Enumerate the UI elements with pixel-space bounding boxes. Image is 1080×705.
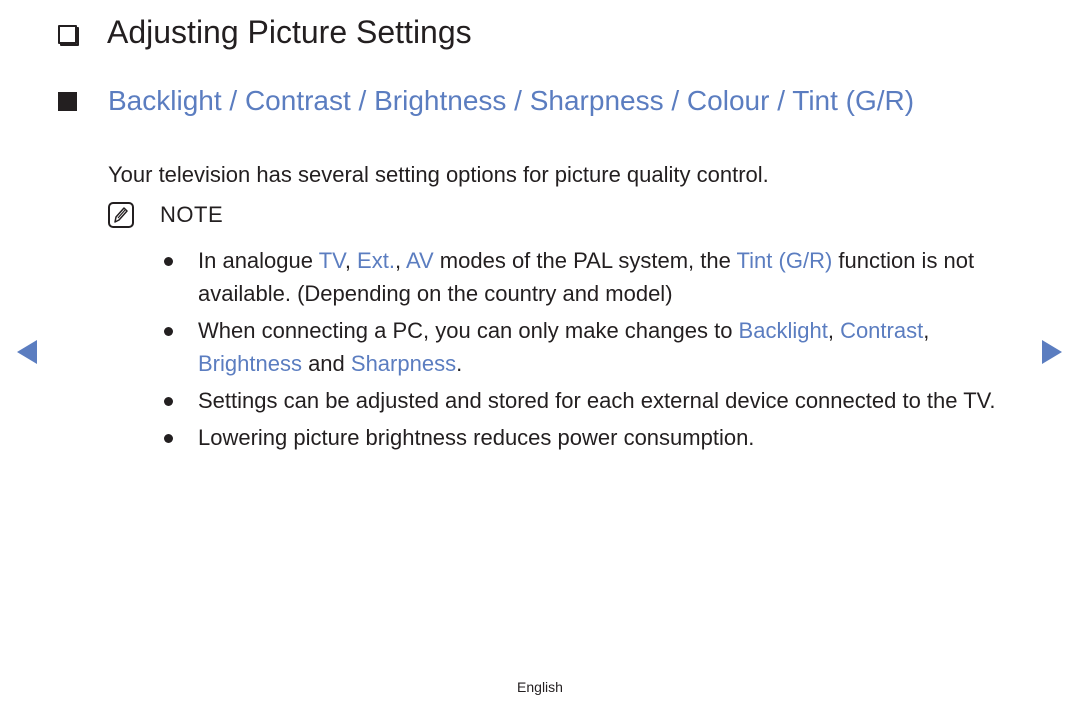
note-item-text: When connecting a PC, you can only make … — [198, 314, 1013, 380]
section-header: Backlight / Contrast / Brightness / Shar… — [58, 84, 1038, 118]
note-item-text: Lowering picture brightness reduces powe… — [198, 421, 1013, 454]
highlighted-term: TV — [318, 248, 345, 273]
text-run: When connecting a PC, you can only make … — [198, 318, 739, 343]
text-run: , — [923, 318, 930, 343]
note-item: Settings can be adjusted and stored for … — [164, 384, 1024, 417]
section-heading: Backlight / Contrast / Brightness / Shar… — [108, 85, 915, 116]
text-run: In analogue — [198, 248, 319, 273]
highlighted-term: Sharpness — [350, 351, 457, 376]
note-label: NOTE — [160, 202, 224, 227]
bullet-dot-icon — [164, 434, 173, 443]
bullet-dot-icon — [164, 327, 173, 336]
triangle-left-icon[interactable] — [17, 340, 37, 364]
intro-text: Your television has several setting opti… — [108, 162, 769, 187]
text-run: , — [394, 248, 406, 273]
note-header: NOTE — [108, 202, 223, 228]
text-run: . — [456, 351, 463, 376]
bullet-dot-icon — [164, 257, 173, 266]
note-item: When connecting a PC, you can only make … — [164, 314, 1024, 380]
page-title: Adjusting Picture Settings — [107, 14, 472, 50]
note-item: In analogue TV, Ext., AV modes of the PA… — [164, 244, 1024, 310]
note-item-text: Settings can be adjusted and stored for … — [198, 384, 1013, 417]
note-item-text: In analogue TV, Ext., AV modes of the PA… — [198, 244, 1013, 310]
highlighted-term: Brightness — [198, 351, 302, 376]
footer-language: English — [517, 679, 563, 695]
page-title-row: Adjusting Picture Settings — [58, 10, 472, 54]
highlighted-term: Backlight — [738, 318, 828, 343]
triangle-right-icon[interactable] — [1042, 340, 1062, 364]
note-pencil-icon — [108, 202, 134, 228]
highlighted-term: Ext. — [357, 248, 395, 273]
text-run: Settings can be adjusted and stored for … — [198, 388, 996, 413]
bullet-dot-icon — [164, 397, 173, 406]
text-run: and — [301, 351, 351, 376]
note-item: Lowering picture brightness reduces powe… — [164, 421, 1024, 454]
checkbox-square-icon — [58, 24, 77, 44]
filled-square-icon — [58, 92, 77, 111]
text-run: Lowering picture brightness reduces powe… — [198, 425, 755, 450]
text-run: , — [827, 318, 841, 343]
text-run: , — [344, 248, 358, 273]
highlighted-term: Contrast — [840, 318, 924, 343]
highlighted-term: AV — [405, 248, 434, 273]
highlighted-term: Tint (G/R) — [736, 248, 833, 273]
note-list: In analogue TV, Ext., AV modes of the PA… — [164, 244, 1024, 458]
text-run: modes of the PAL system, the — [433, 248, 737, 273]
